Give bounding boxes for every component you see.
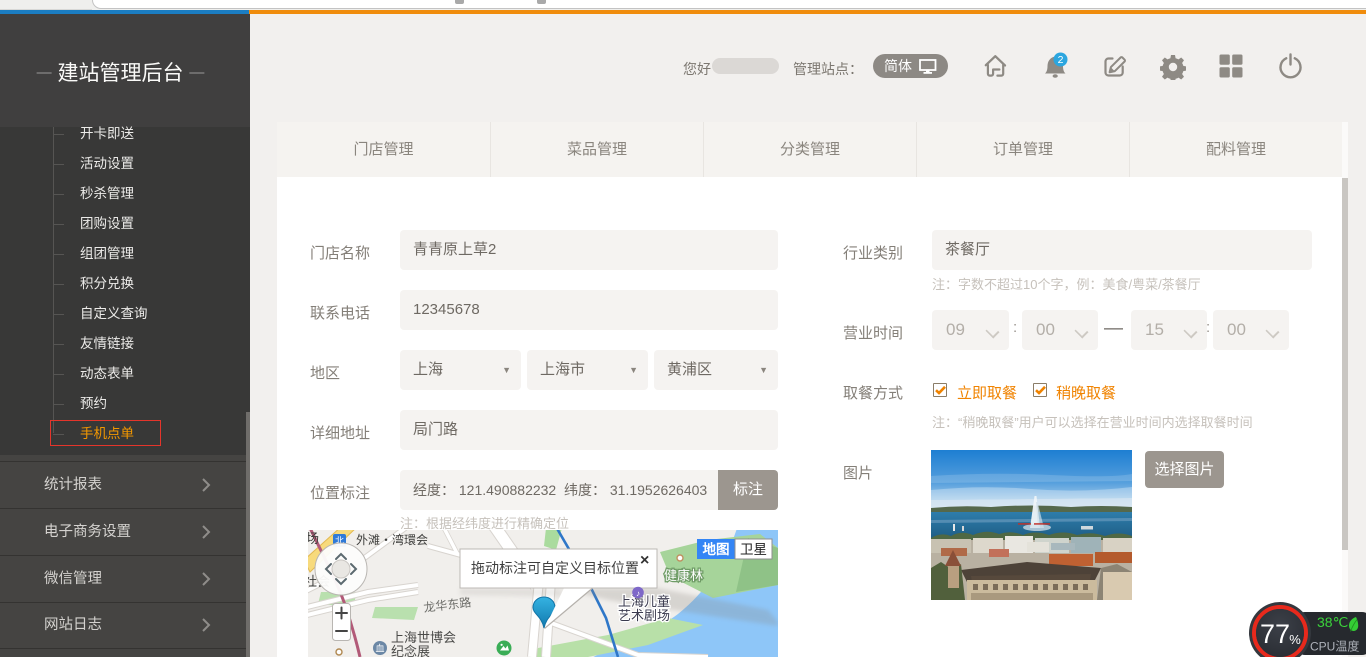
- svg-text:上海世博会: 上海世博会: [391, 630, 456, 645]
- svg-text:2: 2: [1058, 54, 1064, 66]
- svg-text:CPU温度: CPU温度: [1310, 639, 1359, 654]
- svg-text:拖动标注可自定义目标位置: 拖动标注可自定义目标位置: [471, 560, 639, 576]
- svg-text:健康林: 健康林: [664, 568, 703, 583]
- svg-text:艺术剧场: 艺术剧场: [618, 608, 670, 623]
- svg-text:%: %: [1289, 632, 1301, 647]
- svg-text:外滩・湾環会: 外滩・湾環会: [356, 532, 428, 547]
- svg-text:38℃: 38℃: [1317, 614, 1348, 630]
- svg-text:地图: 地图: [703, 541, 730, 557]
- svg-text:场: 场: [308, 531, 319, 546]
- svg-text:×: ×: [640, 552, 649, 569]
- svg-text:龙华东路: 龙华东路: [423, 594, 472, 615]
- svg-text:77: 77: [1260, 619, 1290, 649]
- svg-text:纪念展: 纪念展: [391, 644, 430, 657]
- svg-text:♪: ♪: [636, 589, 640, 598]
- svg-text:血: 血: [375, 643, 384, 654]
- svg-text:上海儿童: 上海儿童: [618, 594, 670, 609]
- svg-text:卫星: 卫星: [740, 542, 767, 557]
